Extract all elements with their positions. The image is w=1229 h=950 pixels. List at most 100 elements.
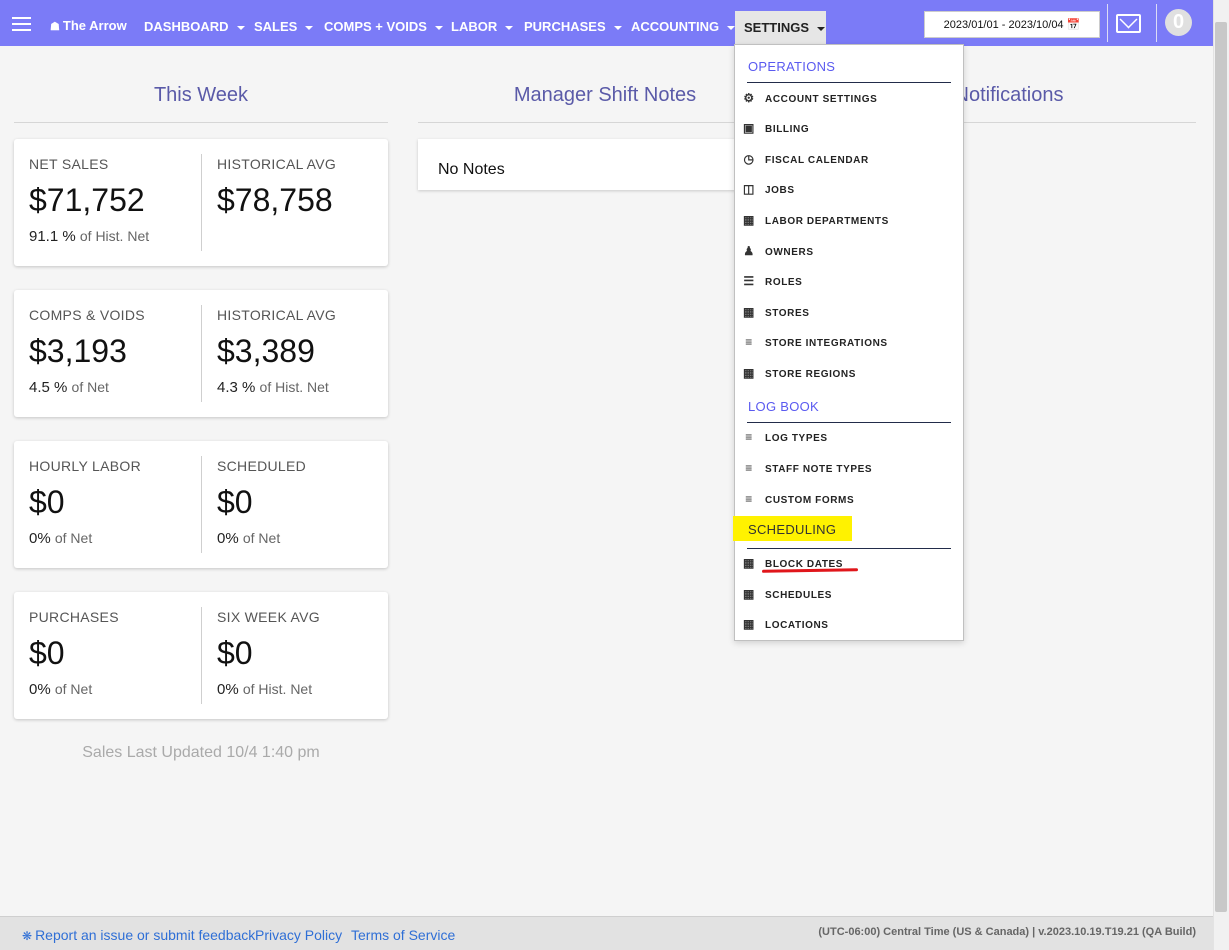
- log-book-rule: [747, 422, 951, 423]
- building-icon: ▦: [743, 213, 755, 227]
- nav-comps-voids[interactable]: COMPS + VOIDS: [324, 19, 443, 34]
- date-range-text: 2023/01/01 - 2023/10/04: [943, 19, 1064, 31]
- menu-locations[interactable]: ▦ LOCATIONS: [741, 617, 956, 637]
- menu-label: LABOR DEPARTMENTS: [765, 216, 889, 227]
- sliders-icon: ≡: [745, 430, 753, 444]
- notifications-rule: [964, 122, 1196, 123]
- menu-roles[interactable]: ☰ ROLES: [741, 274, 956, 294]
- menu-label: STORE INTEGRATIONS: [765, 338, 888, 349]
- menu-fiscal-calendar[interactable]: ◷ FISCAL CALENDAR: [741, 152, 956, 172]
- building-icon: ▦: [743, 366, 755, 380]
- menu-label: FISCAL CALENDAR: [765, 155, 869, 166]
- menu-label: ROLES: [765, 277, 803, 288]
- hamburger-menu-icon[interactable]: [12, 17, 31, 31]
- sliders-icon: ≡: [745, 492, 753, 506]
- nav-sales[interactable]: SALES: [254, 19, 314, 34]
- menu-label: LOG TYPES: [765, 433, 828, 444]
- nav-labor[interactable]: LABOR: [451, 19, 514, 34]
- log-book-header: LOG BOOK: [748, 399, 820, 414]
- notification-count-badge[interactable]: 0: [1165, 9, 1192, 36]
- menu-jobs[interactable]: ◫ JOBS: [741, 182, 956, 202]
- card-right: SCHEDULED $0 0% of Net: [201, 456, 387, 553]
- menu-block-dates[interactable]: ▦ BLOCK DATES: [741, 556, 956, 576]
- clock-icon: ◷: [743, 152, 755, 166]
- menu-staff-note-types[interactable]: ≡ STAFF NOTE TYPES: [741, 461, 956, 481]
- menu-stores[interactable]: ▦ STORES: [741, 305, 956, 325]
- metric-label: COMPS & VOIDS: [29, 307, 145, 323]
- net-sales-card: NET SALES $71,752 91.1 % of Hist. Net HI…: [14, 139, 388, 266]
- privacy-policy-link[interactable]: Privacy Policy: [255, 927, 342, 943]
- menu-account-settings[interactable]: ⚙ ACCOUNT SETTINGS: [741, 91, 956, 111]
- menu-labor-departments[interactable]: ▦ LABOR DEPARTMENTS: [741, 213, 956, 233]
- nav-label: PURCHASES: [524, 19, 606, 34]
- metric-sub: 4.3 % of Hist. Net: [217, 379, 387, 396]
- nav-accounting[interactable]: ACCOUNTING: [631, 19, 736, 34]
- caret-down-icon: [236, 25, 245, 30]
- money-bill-icon: ▣: [743, 121, 755, 135]
- metric-suffix: of Hist. Net: [242, 681, 313, 697]
- metric-label: PURCHASES: [29, 609, 119, 625]
- metric-value: $0: [217, 635, 253, 671]
- menu-label: STORES: [765, 308, 810, 319]
- scrollbar-thumb[interactable]: [1215, 22, 1227, 912]
- building-icon: ▦: [743, 305, 755, 319]
- metric-sub: 91.1 % of Hist. Net: [29, 228, 200, 245]
- metric-sub: 4.5 % of Net: [29, 379, 200, 396]
- card-right: SIX WEEK AVG $0 0% of Hist. Net: [201, 607, 387, 704]
- menu-label: JOBS: [765, 185, 795, 196]
- metric-suffix: of Net: [242, 530, 281, 546]
- menu-log-types[interactable]: ≡ LOG TYPES: [741, 430, 956, 450]
- menu-store-regions[interactable]: ▦ STORE REGIONS: [741, 366, 956, 386]
- menu-store-integrations[interactable]: ≡ STORE INTEGRATIONS: [741, 335, 956, 355]
- sliders-icon: ≡: [745, 461, 753, 475]
- report-issue-link[interactable]: ❋ Report an issue or submit feedback: [22, 927, 255, 943]
- nav-settings[interactable]: SETTINGS: [735, 11, 826, 44]
- caret-down-icon: [613, 25, 622, 30]
- metric-label: SIX WEEK AVG: [217, 609, 320, 625]
- sliders-icon: ≡: [745, 335, 753, 349]
- this-week-rule: [14, 122, 388, 123]
- bug-icon: ❋: [22, 929, 33, 943]
- menu-label: SCHEDULES: [765, 590, 833, 601]
- menu-billing[interactable]: ▣ BILLING: [741, 121, 956, 141]
- cogs-icon: ⚙: [743, 91, 755, 105]
- menu-label: STAFF NOTE TYPES: [765, 464, 873, 475]
- metric-sub: 0% of Net: [217, 530, 387, 547]
- menu-schedules[interactable]: ▦ SCHEDULES: [741, 587, 956, 607]
- metric-value: $0: [217, 484, 253, 520]
- menu-label: ACCOUNT SETTINGS: [765, 94, 878, 105]
- metric-pct: 91.1 %: [29, 228, 76, 245]
- metric-sub: 0% of Net: [29, 530, 200, 547]
- metric-value: $0: [29, 484, 65, 520]
- nav-purchases[interactable]: PURCHASES: [524, 19, 622, 34]
- users-icon: ♟: [743, 244, 755, 258]
- report-issue-label: Report an issue or submit feedback: [35, 927, 256, 943]
- calendar-icon: ▦: [743, 587, 755, 601]
- terms-of-service-link[interactable]: Terms of Service: [351, 927, 455, 943]
- metric-pct: 0%: [217, 530, 239, 547]
- metric-sub: 0% of Hist. Net: [217, 681, 387, 698]
- operations-header: OPERATIONS: [748, 59, 836, 74]
- metric-label: NET SALES: [29, 156, 109, 172]
- nav-label: LABOR: [451, 19, 498, 34]
- metric-label: HISTORICAL AVG: [217, 307, 337, 323]
- nav-dashboard[interactable]: DASHBOARD: [144, 19, 245, 34]
- brand-link[interactable]: ☗ The Arrow: [50, 18, 127, 33]
- notes-card: No Notes: [418, 139, 748, 190]
- caret-down-icon: [305, 25, 314, 30]
- menu-label: BILLING: [765, 124, 810, 135]
- date-range-picker[interactable]: 2023/01/01 - 2023/10/04 📅: [924, 11, 1100, 38]
- nav-label: COMPS + VOIDS: [324, 19, 427, 34]
- card-left: HOURLY LABOR $0 0% of Net: [14, 441, 200, 568]
- caret-down-icon: [727, 25, 736, 30]
- version-info: (UTC-06:00) Central Time (US & Canada) |…: [818, 926, 1196, 938]
- purchases-card: PURCHASES $0 0% of Net SIX WEEK AVG $0 0…: [14, 592, 388, 719]
- metric-suffix: of Hist. Net: [259, 379, 329, 395]
- metric-suffix: of Hist. Net: [79, 228, 150, 244]
- menu-owners[interactable]: ♟ OWNERS: [741, 244, 956, 264]
- mail-icon[interactable]: [1116, 14, 1141, 33]
- menu-custom-forms[interactable]: ≡ CUSTOM FORMS: [741, 492, 956, 512]
- settings-dropdown: OPERATIONS ⚙ ACCOUNT SETTINGS ▣ BILLING ◷ F…: [734, 44, 964, 641]
- sales-last-updated: Sales Last Updated 10/4 1:40 pm: [82, 744, 320, 761]
- nav-label: DASHBOARD: [144, 19, 229, 34]
